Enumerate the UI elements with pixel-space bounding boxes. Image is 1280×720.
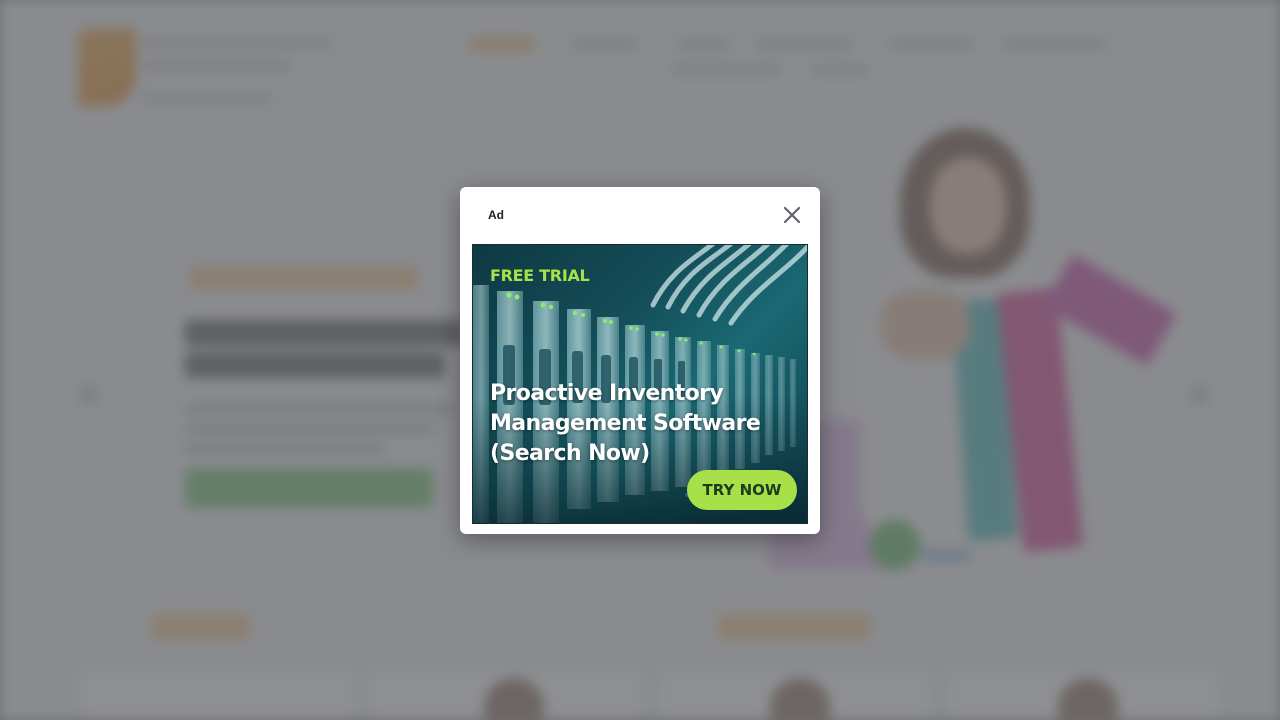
close-button[interactable] bbox=[782, 205, 802, 225]
ad-headline: Proactive Inventory Management Software … bbox=[490, 381, 761, 466]
ad-eyebrow: FREE TRIAL bbox=[490, 266, 590, 285]
ad-label: Ad bbox=[488, 208, 504, 222]
close-icon[interactable] bbox=[782, 205, 802, 225]
ad-modal: Ad FREE TRIAL Proactive Inventory Manage… bbox=[460, 187, 820, 534]
ad-creative[interactable]: FREE TRIAL Proactive Inventory Managemen… bbox=[472, 244, 808, 524]
try-now-button[interactable]: TRY NOW bbox=[687, 470, 797, 510]
